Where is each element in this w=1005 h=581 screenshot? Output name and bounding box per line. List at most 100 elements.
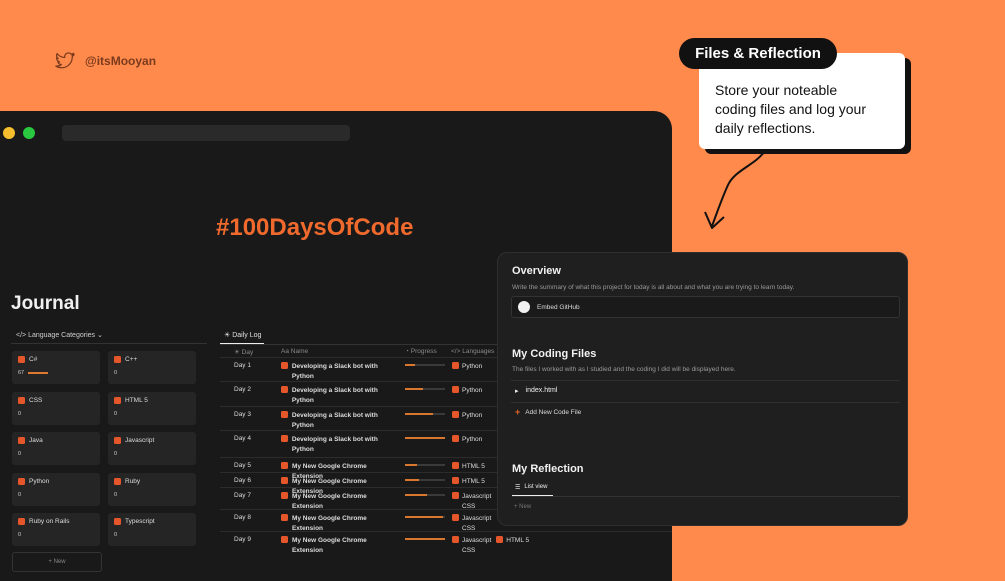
progress-bar [405,388,445,390]
header-label: Day [241,349,254,356]
category-card[interactable]: C# 67 [12,351,100,384]
page-banner-hashtag: #100DaysOfCode [216,214,414,241]
add-new-code-file-button[interactable]: + Add New Code File [515,407,581,417]
progress-fill [405,364,415,366]
embed-github-block[interactable]: Embed GitHub [511,296,900,318]
category-card[interactable]: C++ 0 [108,351,196,384]
page-detail-panel: Overview Write the summary of what this … [497,252,908,526]
category-name: Python [29,478,50,485]
tab-daily-log[interactable]: ☀ Daily Log [224,331,261,339]
triangle-right-icon: ▸ [515,388,519,395]
language-icon [18,397,25,404]
entry-title: Developing a Slack bot with Python [291,412,378,429]
day-cell: Day 9 [234,536,251,543]
day-cell: Day 5 [234,462,251,469]
progress-fill [405,538,445,540]
language-icon [114,437,121,444]
day-cell: Day 4 [234,435,251,442]
page-icon [281,462,288,469]
address-bar[interactable] [62,125,350,141]
category-card[interactable]: CSS 0 [12,392,100,425]
column-header-day[interactable]: ☀ Day [234,348,253,356]
name-cell[interactable]: Developing a Slack bot with Python [281,435,399,454]
category-name: C# [29,356,38,363]
page-icon [281,514,288,521]
count-value: 0 [114,492,118,498]
category-card[interactable]: Typescript 0 [108,513,196,546]
languages-cell: Javascript CSS HTML 5 [452,536,529,555]
twitter-bird-icon [55,52,75,69]
progress-fill [405,413,433,415]
column-header-languages[interactable]: </> Languages [451,348,495,355]
github-icon [518,301,530,313]
language-name: Python [462,363,483,370]
progress-fill [405,479,419,481]
embed-label: Embed GitHub [537,303,580,311]
column-header-name[interactable]: Aa Name [281,348,308,355]
plus-icon: + [515,407,521,417]
category-count: 67 [18,370,48,376]
column-header-progress[interactable]: ◔ Progress [405,348,437,355]
code-icon: </> [16,332,27,339]
category-card[interactable]: Ruby 0 [108,473,196,506]
language-icon [452,386,459,393]
day-cell: Day 1 [234,362,251,369]
progress-bar [405,538,445,540]
tab-list-view[interactable]: ☰ List view [515,484,547,491]
category-name: Ruby on Rails [29,518,70,525]
category-name: C++ [125,356,138,363]
count-value: 0 [114,411,118,417]
language-tag: Python [452,362,482,372]
category-card[interactable]: Ruby on Rails 0 [12,513,100,546]
progress-bar [405,437,445,439]
category-count: 0 [18,532,21,538]
maximize-dot[interactable] [23,127,35,139]
progress-fill [405,494,427,496]
language-icon [452,411,459,418]
page-icon [281,411,288,418]
language-icon [18,478,25,485]
language-name: HTML 5 [462,478,485,485]
category-title: CSS [18,397,42,404]
list-icon: ☰ [515,485,521,491]
languages-cell: HTML 5 [452,462,485,472]
tab-language-categories[interactable]: </> Language Categories ⌄ [16,331,103,339]
entry-title: Developing a Slack bot with Python [291,387,378,404]
category-card[interactable]: Python 0 [12,473,100,506]
language-name: Python [462,412,483,419]
language-tag: Javascript CSS [452,536,491,555]
progress-bar [405,364,445,366]
header-label: Languages [462,348,495,355]
entry-title: Developing a Slack bot with Python [291,363,378,380]
code-icon: </> [451,348,461,355]
language-tag: HTML 5 [496,536,529,555]
file-toggle-index[interactable]: ▸ index.html [515,387,557,395]
day-cell: Day 8 [234,514,251,521]
language-icon [114,397,121,404]
html5-icon [496,536,504,543]
language-icon [452,362,459,369]
name-cell[interactable]: Developing a Slack bot with Python [281,362,399,381]
count-value: 0 [18,451,22,457]
language-icon [18,437,25,444]
count-value: 0 [18,532,22,538]
new-category-button[interactable]: + New [12,552,102,572]
sun-icon: ☀ [234,349,240,356]
page-icon [281,435,288,442]
category-title: Ruby [114,478,140,485]
table-row[interactable]: Day 9 My New Google Chrome Extension Javas… [220,531,672,554]
minimize-dot[interactable] [3,127,15,139]
name-cell[interactable]: Developing a Slack bot with Python [281,386,399,405]
coding-files-heading: My Coding Files [512,348,597,360]
category-count: 0 [18,492,21,498]
category-card[interactable]: HTML 5 0 [108,392,196,425]
language-name: CSS [462,546,476,554]
name-cell[interactable]: Developing a Slack bot with Python [281,411,399,430]
category-card[interactable]: Javascript 0 [108,432,196,465]
new-reflection-button[interactable]: + New [514,504,531,510]
language-tag: HTML 5 [452,477,485,487]
category-card[interactable]: Java 0 [12,432,100,465]
name-cell[interactable]: My New Google Chrome Extension [281,536,399,555]
tab-label: List view [524,484,548,490]
overview-description: Write the summary of what this project f… [512,284,795,291]
